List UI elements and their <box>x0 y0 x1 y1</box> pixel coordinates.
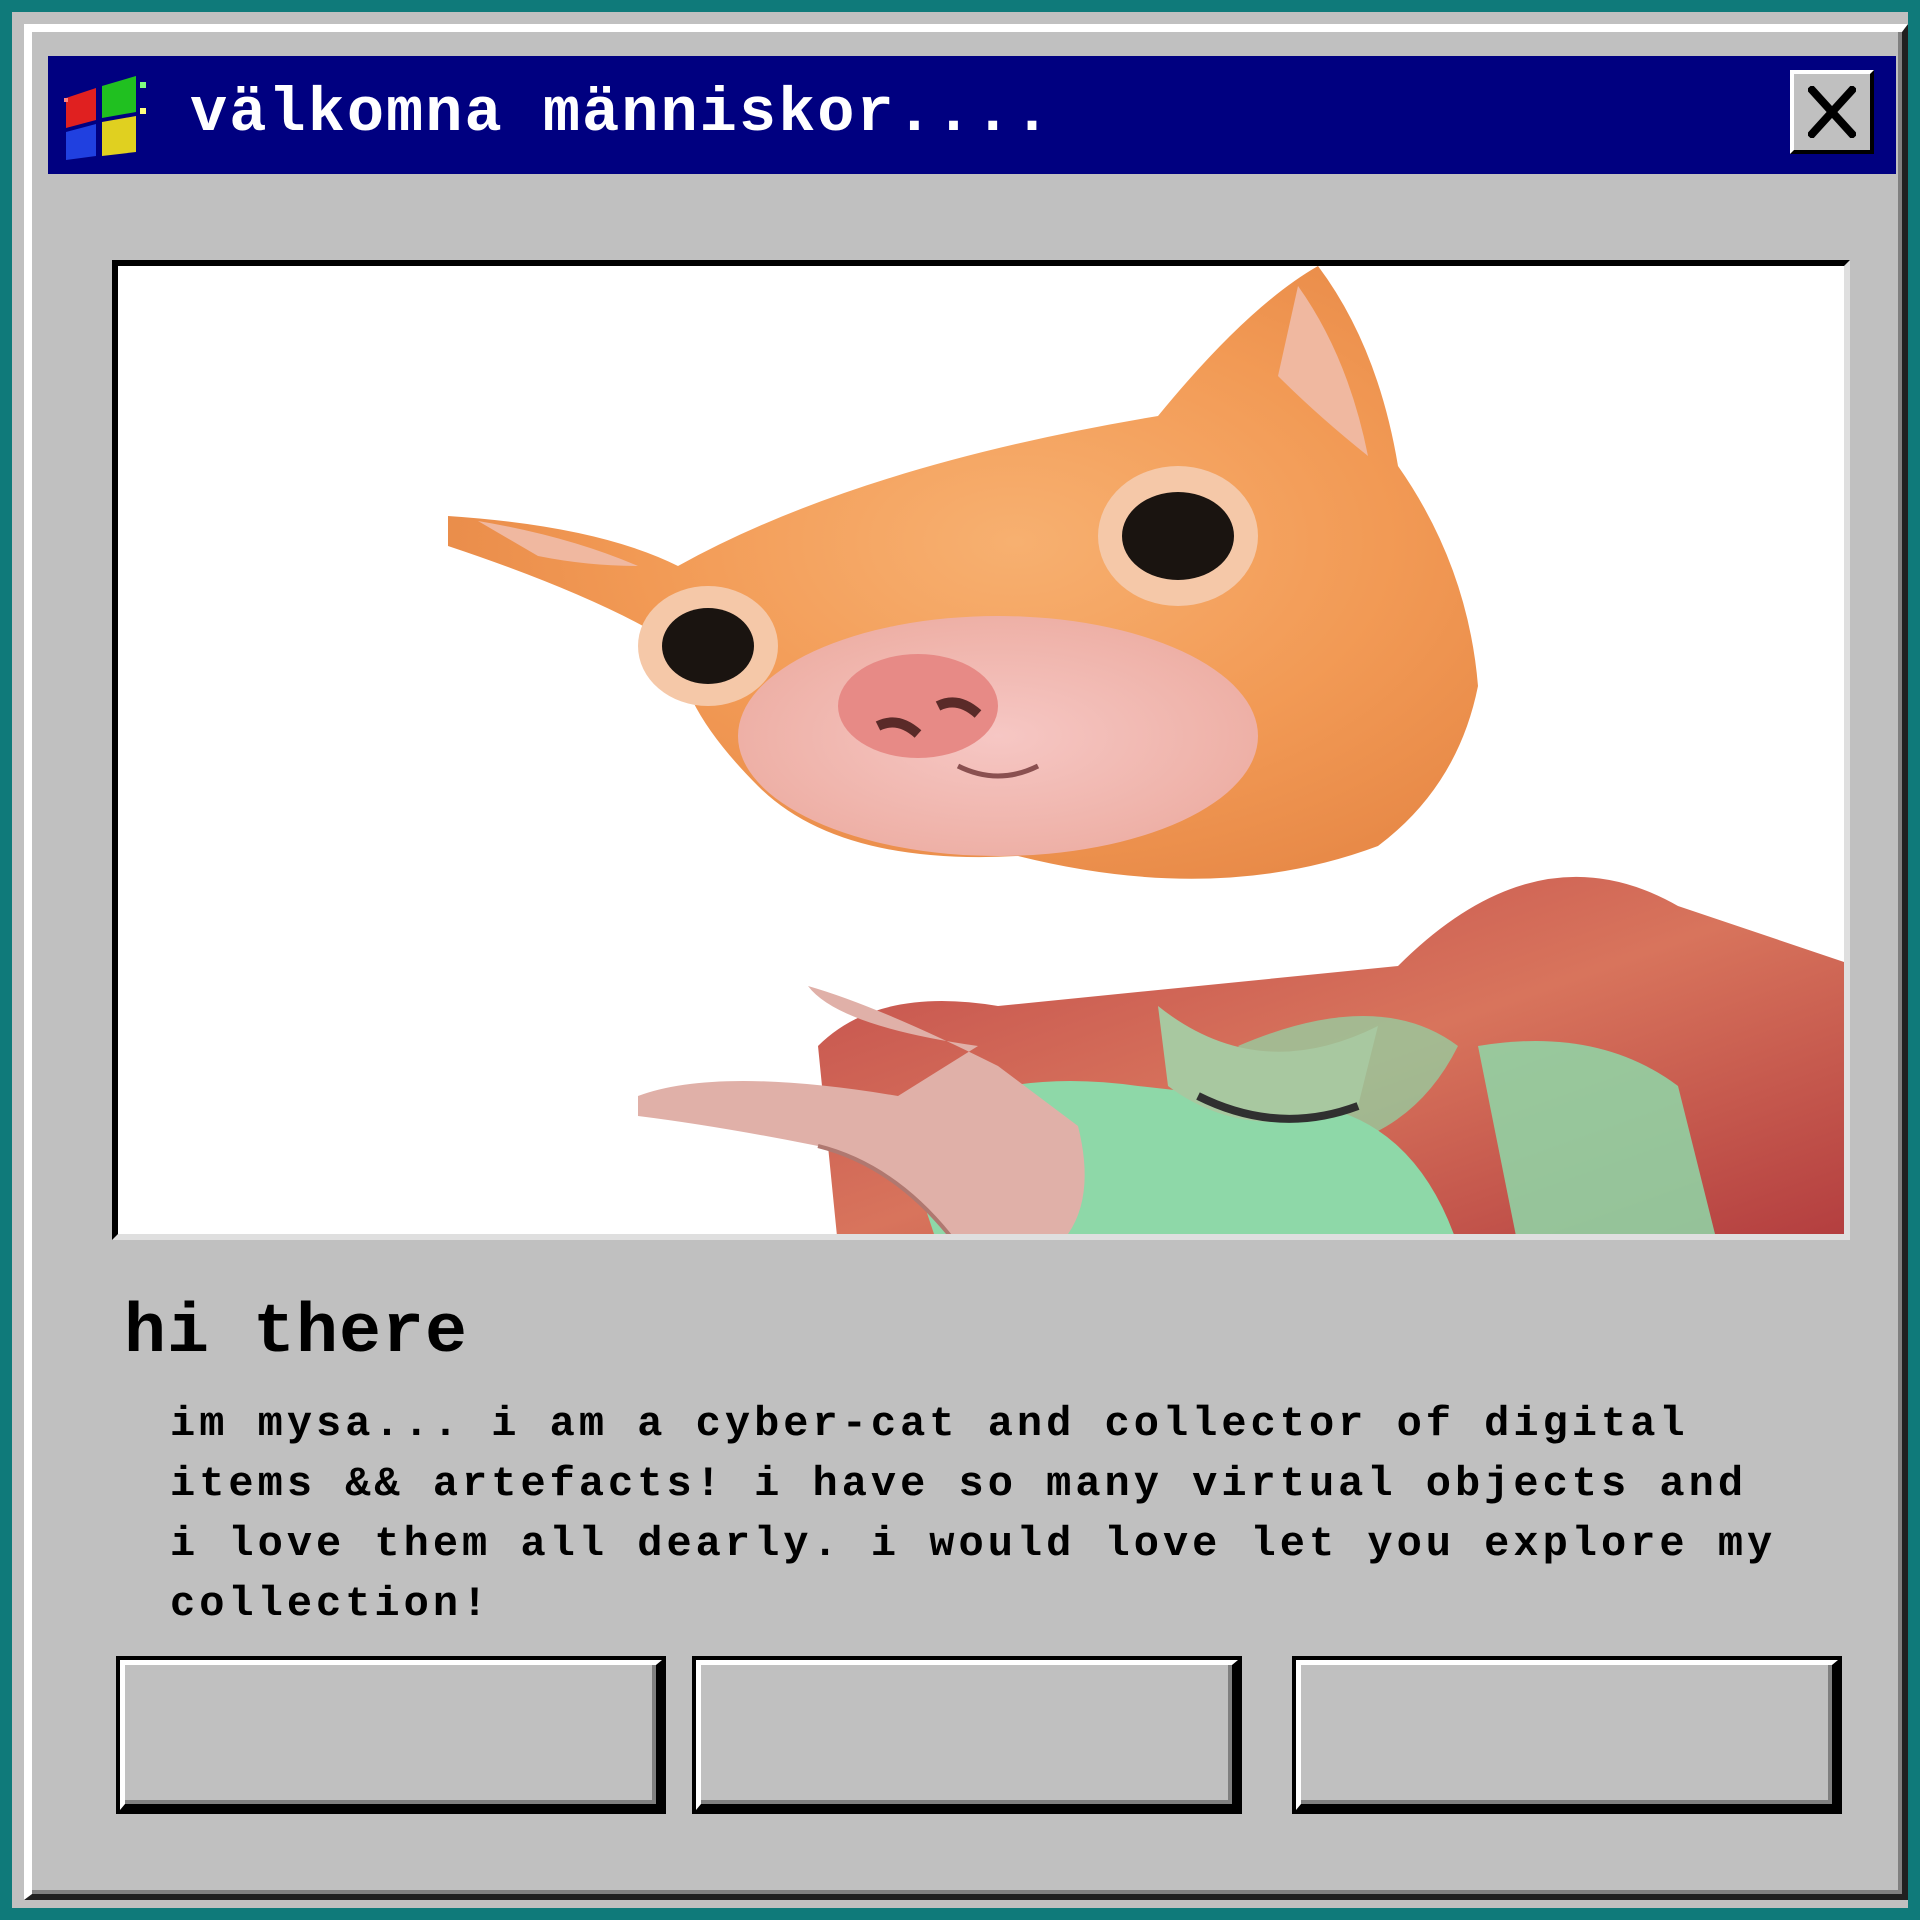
desktop-frame: välkomna människor.... hi there im mysa.… <box>0 0 1920 1920</box>
title-bar[interactable]: välkomna människor.... <box>48 56 1896 174</box>
close-button[interactable] <box>1790 70 1874 154</box>
action-button-2[interactable] <box>692 1656 1242 1814</box>
action-button-1[interactable] <box>116 1656 666 1814</box>
image-viewport <box>112 260 1850 1240</box>
intro-paragraph: im mysa... i am a cyber-cat and collecto… <box>170 1400 1777 1628</box>
window-title: välkomna människor.... <box>190 78 1053 149</box>
windows-flag-icon <box>56 68 156 160</box>
action-button-3[interactable] <box>1292 1656 1842 1814</box>
close-icon <box>1808 86 1856 138</box>
dialog-window: välkomna människor.... hi there im mysa.… <box>24 24 1908 1900</box>
cat-head-selfie-image <box>448 266 1844 1234</box>
greeting-heading: hi there <box>124 1294 469 1373</box>
